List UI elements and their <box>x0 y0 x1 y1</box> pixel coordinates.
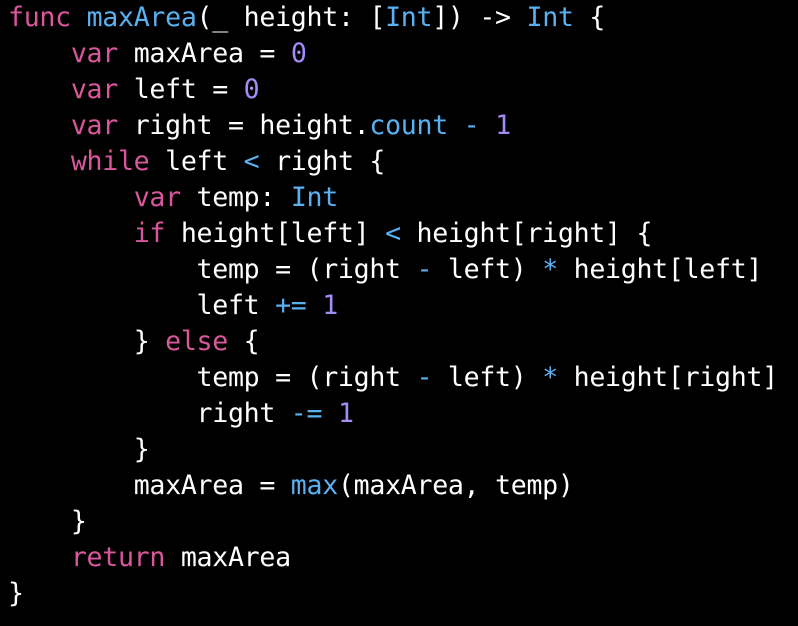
code-token-keyword: var <box>70 74 118 105</box>
code-token-plain: right { <box>259 146 386 177</box>
code-line[interactable]: } else { <box>8 324 778 360</box>
code-token-keyword: var <box>70 38 118 69</box>
code-token-keyword: var <box>133 182 181 213</box>
code-line[interactable]: temp = (right - left) * height[left] <box>8 252 778 288</box>
code-token-keyword: while <box>70 146 150 177</box>
code-token-plain: } <box>8 578 24 609</box>
code-editor[interactable]: func maxArea(_ height: [Int]) -> Int { v… <box>0 0 798 626</box>
code-token-plain: } <box>70 506 87 537</box>
code-token-plain: height[left] <box>165 218 386 249</box>
code-token-plain: left = <box>117 74 244 105</box>
code-token-plain: temp = (right <box>196 362 417 393</box>
code-token-plain: (_ height: [ <box>196 2 386 33</box>
code-token-plain: { <box>573 2 606 33</box>
code-token-number: 1 <box>322 290 338 321</box>
code-line[interactable]: if height[left] < height[right] { <box>8 216 778 252</box>
code-token-operator: * <box>542 362 558 393</box>
code-line[interactable]: var left = 0 <box>8 72 778 108</box>
code-token-number: 0 <box>290 38 307 69</box>
code-token-plain: left <box>149 146 244 177</box>
code-line[interactable]: temp = (right - left) * height[right] <box>8 360 779 396</box>
code-token-plain: maxArea = <box>117 38 291 69</box>
code-token-plain: left) <box>432 362 543 393</box>
code-token-number: 1 <box>495 110 511 141</box>
code-token-operator: - <box>416 254 433 285</box>
code-token-plain: height[right] { <box>400 218 653 249</box>
code-token-plain: right = height. <box>117 110 370 141</box>
code-token-type: Int <box>385 2 433 33</box>
code-line[interactable]: return maxArea <box>8 540 778 576</box>
code-token-keyword: var <box>70 110 118 141</box>
code-token-keyword: else <box>165 326 228 357</box>
code-token-type: Int <box>526 2 574 33</box>
code-token-plain: temp = (right <box>196 254 417 285</box>
code-token-number: 1 <box>337 398 354 429</box>
code-token-plain: } <box>133 326 166 357</box>
code-line[interactable]: } <box>8 432 778 468</box>
code-token-operator: < <box>243 146 260 177</box>
code-token-func: maxArea <box>86 2 197 33</box>
code-token-operator: - <box>416 362 433 393</box>
code-token-plain: maxArea <box>165 542 291 573</box>
code-token-plain: (maxArea, temp) <box>337 470 574 501</box>
code-line[interactable]: func maxArea(_ height: [Int]) -> Int { <box>8 0 778 36</box>
code-token-plain: maxArea = <box>133 470 291 501</box>
code-token-plain: left <box>196 290 276 321</box>
code-line[interactable]: } <box>8 504 778 540</box>
code-token-number: 0 <box>243 74 260 105</box>
code-line[interactable]: maxArea = max(maxArea, temp) <box>8 468 778 504</box>
code-token-plain: left) <box>432 254 543 285</box>
code-token-operator: - <box>463 110 480 141</box>
code-token-plain: temp: <box>180 182 291 213</box>
code-token-operator: += <box>275 290 307 321</box>
code-line[interactable]: left += 1 <box>8 288 778 324</box>
code-token-keyword: if <box>133 218 166 249</box>
code-line[interactable]: } <box>8 576 778 612</box>
code-token-operator: -= <box>290 398 323 429</box>
code-block[interactable]: func maxArea(_ height: [Int]) -> Int { v… <box>8 0 778 612</box>
code-token-func: max <box>290 470 338 501</box>
code-line[interactable]: right -= 1 <box>8 396 778 432</box>
code-line[interactable]: var right = height.count - 1 <box>8 108 778 144</box>
code-token-keyword: return <box>70 542 166 573</box>
code-token-plain: height[left] <box>557 254 763 285</box>
code-token-plain: height[right] <box>557 362 779 393</box>
code-line[interactable]: while left < right { <box>8 144 778 180</box>
code-token-operator: < <box>385 218 401 249</box>
code-line[interactable]: var temp: Int <box>8 180 778 216</box>
code-token-type: Int <box>290 182 338 213</box>
code-token-func: count <box>369 110 448 141</box>
code-line[interactable]: var maxArea = 0 <box>8 36 778 72</box>
code-token-plain: } <box>133 434 150 465</box>
code-token-keyword: func <box>8 2 71 33</box>
code-token-plain: { <box>227 326 260 357</box>
code-token-plain: ]) -> <box>432 2 527 33</box>
code-token-plain: right <box>196 398 291 429</box>
code-token-operator: * <box>542 254 558 285</box>
